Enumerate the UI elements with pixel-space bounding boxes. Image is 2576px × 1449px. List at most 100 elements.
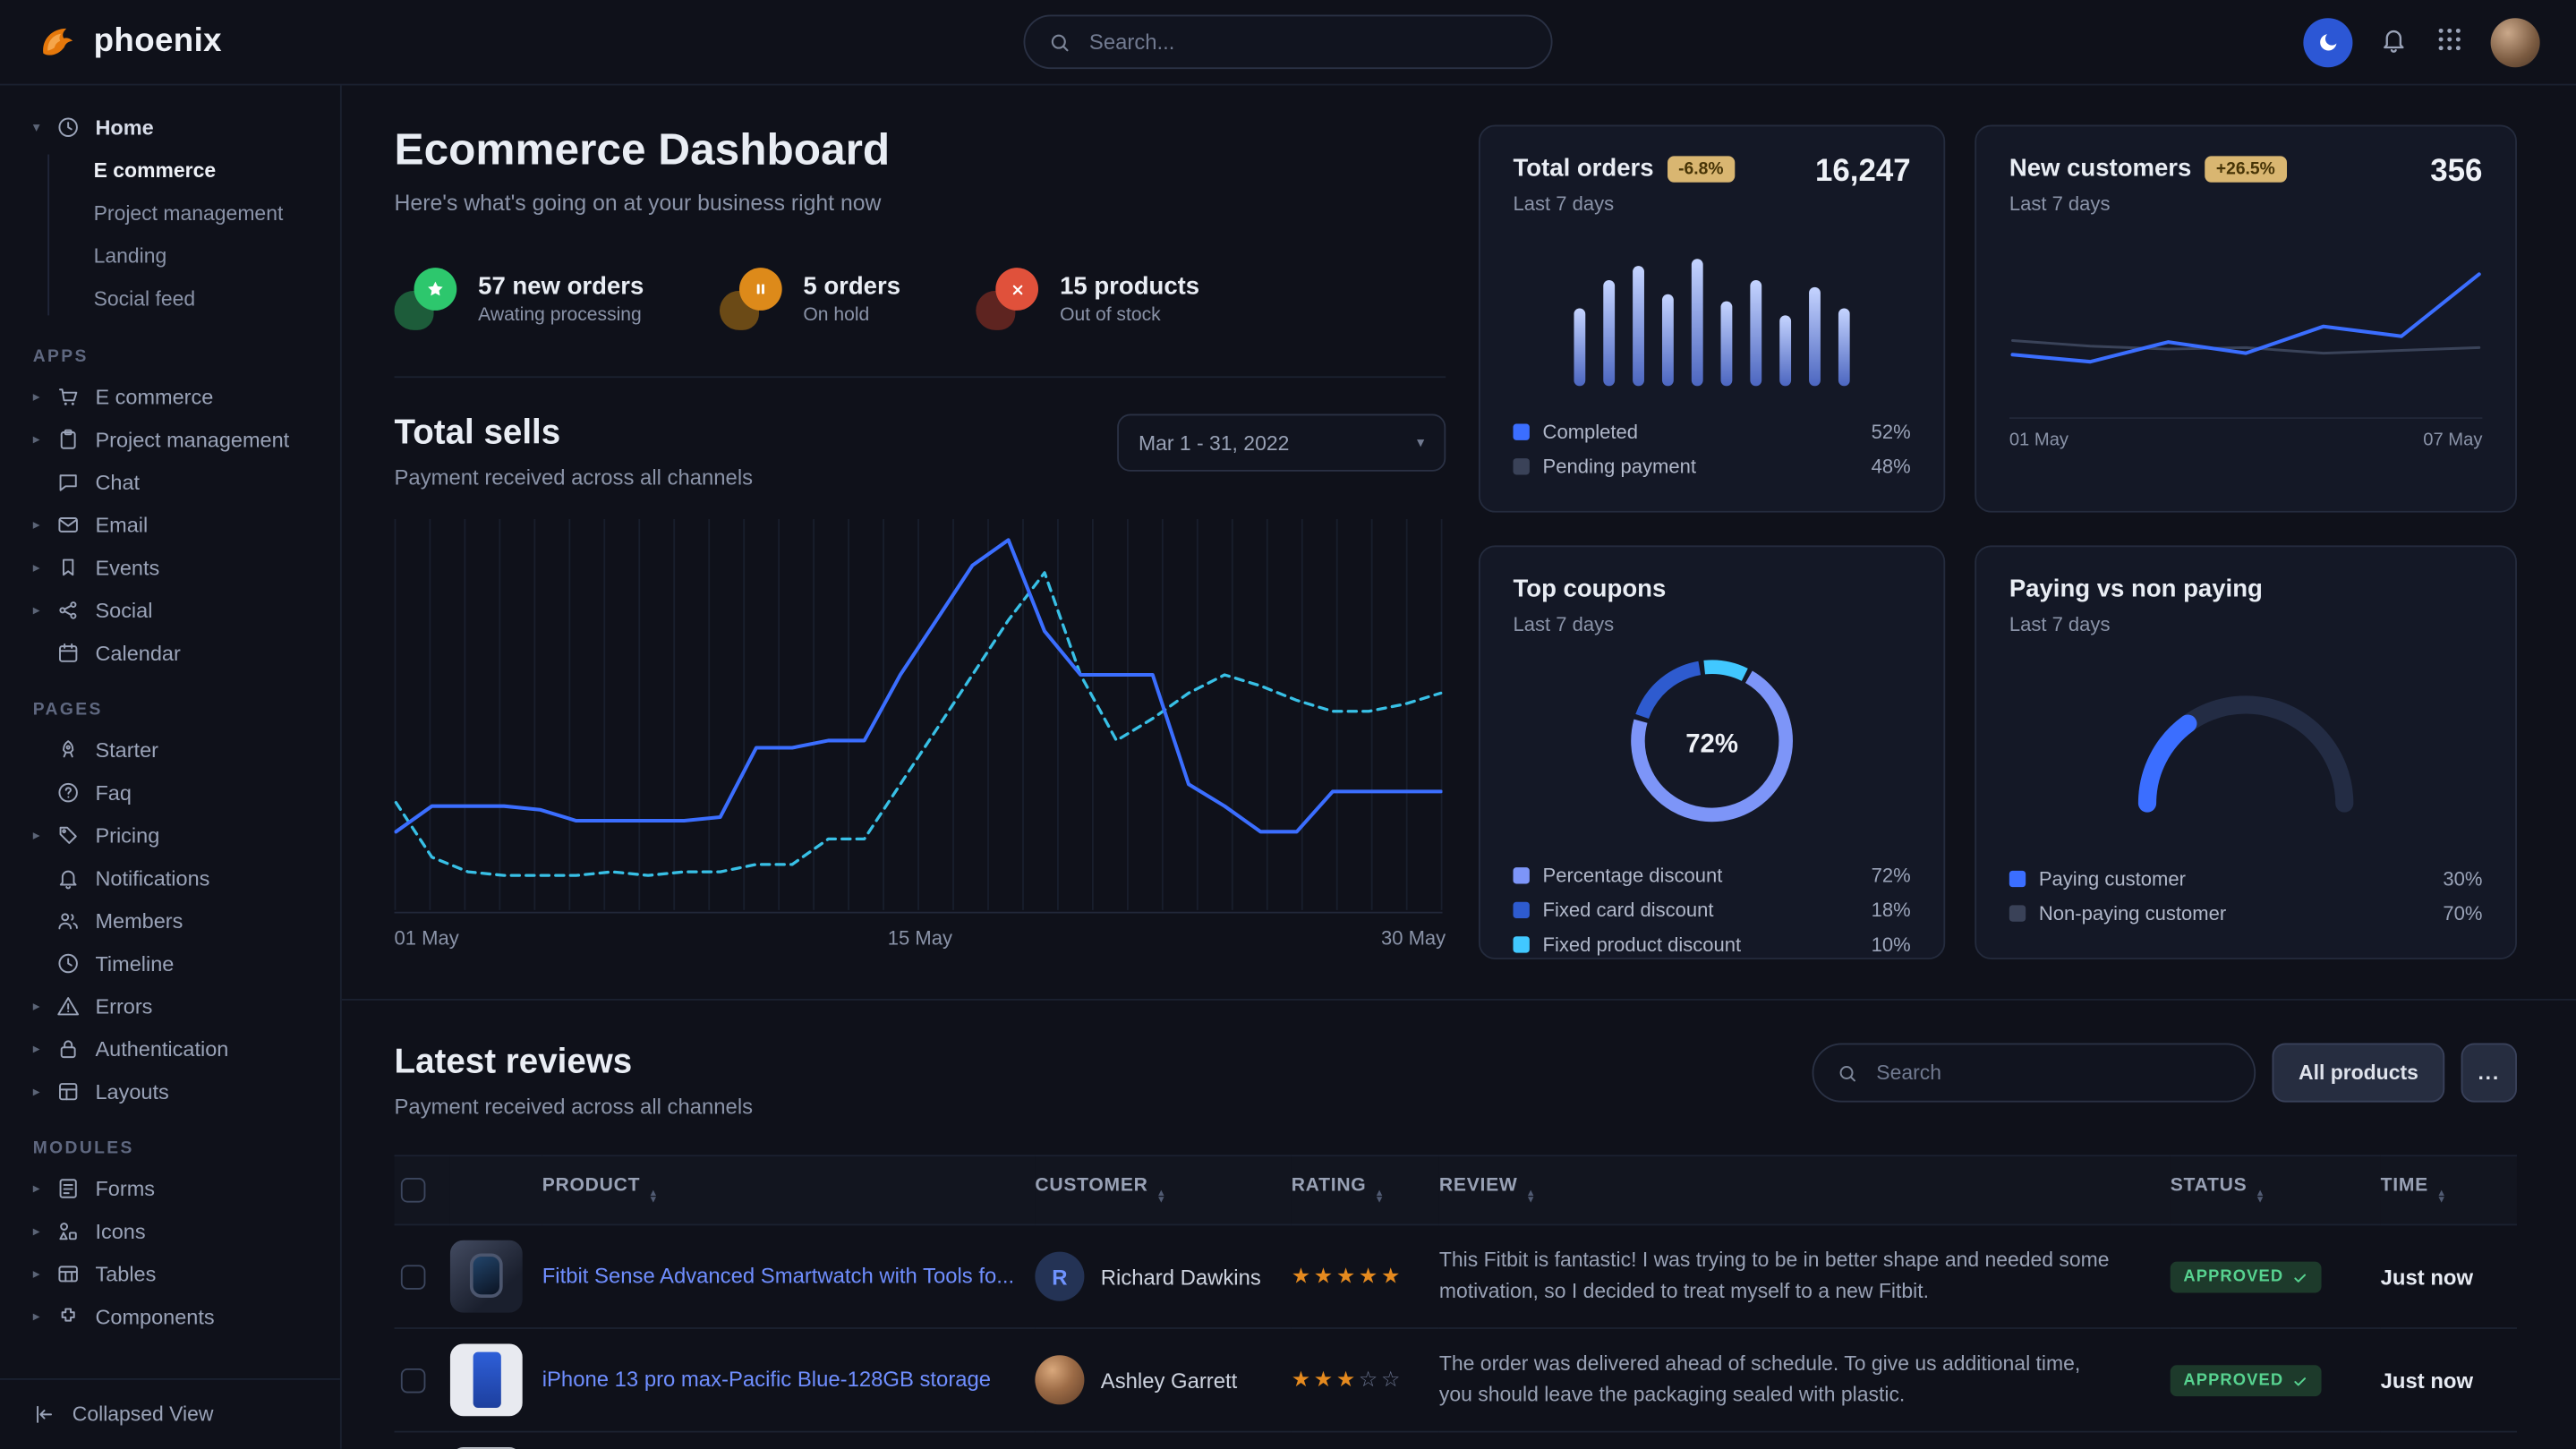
sidebar-item-errors[interactable]: ▸ Errors [0,984,340,1027]
stat-title: 5 orders [803,273,900,301]
sidebar-item-components[interactable]: ▸ Components [0,1294,340,1337]
table-row: Fitbit Sense Advanced Smartwatch with To… [395,1224,2517,1328]
user-avatar[interactable] [2491,17,2540,66]
sidebar-item-label: Forms [95,1175,327,1200]
caret-right-icon: ▸ [33,825,56,843]
sidebar-item-members[interactable]: Members [0,899,340,942]
sidebar-subitem-project-management[interactable]: Project management [0,192,340,235]
sidebar-item-timeline[interactable]: Timeline [0,942,340,984]
sidebar-item-layouts[interactable]: ▸ Layouts [0,1070,340,1112]
home-icon [55,115,81,140]
column-header-time[interactable]: TIME▲▼ [2381,1155,2517,1224]
sort-icon: ▲▼ [1156,1190,1167,1206]
sidebar-item-label: E commerce [95,384,327,409]
column-header-rating[interactable]: RATING▲▼ [1292,1155,1439,1224]
top-coupons-card: Top coupons Last 7 days 72% Percentage d… [1479,545,1945,959]
more-options-button[interactable]: ... [2461,1044,2517,1103]
total-orders-card: Total orders -6.8% Last 7 days 16,247 Co… [1479,124,1945,512]
legend-row: Paying customer 30% [2009,861,2483,896]
total-sells-x-axis: 01 May 15 May 30 May [395,926,1446,950]
total-sells-subtitle: Payment received across all channels [395,465,754,490]
donut-center-label: 72% [1620,649,1804,841]
stats-row: 57 new orders Awating processing 5 order… [395,268,1446,330]
topbar-search [1024,15,1553,70]
apps-grid-button[interactable] [2435,25,2464,60]
sidebar-item-authentication[interactable]: ▸ Authentication [0,1027,340,1070]
star-icon [425,279,445,299]
all-products-button[interactable]: All products [2273,1044,2445,1103]
product-link[interactable]: iPhone 13 pro max-Pacific Blue-128GB sto… [542,1367,991,1392]
column-header-product[interactable]: PRODUCT▲▼ [542,1155,1036,1224]
select-all-checkbox[interactable] [401,1178,426,1203]
notifications-button[interactable] [2379,25,2409,60]
sidebar-item-events[interactable]: ▸ Events [0,545,340,588]
paying-gauge-chart [2009,655,2483,820]
change-badge: -6.8% [1667,155,1735,181]
reviews-search [1813,1044,2256,1103]
sidebar-item-calendar[interactable]: Calendar [0,631,340,674]
card-period: Last 7 days [1513,192,1735,216]
collapsed-view-button[interactable]: Collapsed View [0,1378,340,1449]
layout-icon [55,1078,81,1104]
sidebar-item-starter[interactable]: Starter [0,728,340,771]
chat-icon [55,469,81,494]
date-range-select[interactable]: Mar 1 - 31, 2022 ▾ [1117,414,1446,472]
total-orders-chart [1513,232,1910,387]
sidebar-item-faq[interactable]: Faq [0,771,340,814]
reviews-search-input[interactable] [1873,1060,2231,1086]
new-customers-chart [2009,255,2483,420]
sort-icon: ▲▼ [1375,1190,1386,1206]
collapse-icon [33,1403,56,1427]
sidebar-subitem-landing[interactable]: Landing [0,234,340,277]
stat-title: 57 new orders [478,273,644,301]
sidebar-item-label: Home [95,115,327,140]
column-header-review[interactable]: REVIEW▲▼ [1439,1155,2171,1224]
new-customers-value: 356 [2430,155,2482,191]
grid-icon [2435,25,2464,55]
review-time: Just now [2381,1328,2517,1432]
sidebar-subitem-ecommerce[interactable]: E commerce [0,149,340,192]
sidebar-nav: ▾ Home E commerce Project management Lan… [0,105,340,1378]
sidebar-item-ecommerce-app[interactable]: ▸ E commerce [0,374,340,417]
sidebar-item-label: Components [95,1303,327,1328]
sidebar-item-icons[interactable]: ▸ Icons [0,1209,340,1252]
sidebar-item-chat[interactable]: Chat [0,460,340,503]
column-header-status[interactable]: STATUS▲▼ [2171,1155,2381,1224]
sidebar-item-notifications[interactable]: Notifications [0,856,340,899]
product-thumbnail [450,1240,523,1313]
check-icon [2291,1373,2307,1389]
sidebar-subitem-social-feed[interactable]: Social feed [0,277,340,320]
card-period: Last 7 days [1513,613,1910,636]
theme-toggle-button[interactable] [2303,17,2352,66]
sidebar-item-social[interactable]: ▸ Social [0,588,340,631]
divider [395,376,1446,378]
sidebar-item-email[interactable]: ▸ Email [0,503,340,546]
total-sells-chart [395,516,1446,913]
sidebar-item-forms[interactable]: ▸ Forms [0,1166,340,1209]
row-checkbox[interactable] [401,1264,426,1289]
share-icon [55,597,81,622]
caret-right-icon: ▸ [33,558,56,575]
sidebar-item-project-management-app[interactable]: ▸ Project management [0,417,340,460]
sidebar-item-label: Calendar [95,640,327,665]
calendar-icon [55,640,81,665]
rocket-icon [55,737,81,762]
sidebar-item-label: Social [95,597,327,622]
sidebar-item-tables[interactable]: ▸ Tables [0,1252,340,1295]
main-content: Ecommerce Dashboard Here's what's going … [342,85,2576,1448]
brand-logo[interactable]: phoenix [36,21,222,64]
moon-icon [2316,30,2341,55]
stat-subtitle: Out of stock [1060,305,1199,325]
bell-icon [2379,25,2409,55]
caret-right-icon: ▸ [33,1039,56,1057]
sidebar-item-home[interactable]: ▾ Home [0,105,340,148]
date-range-value: Mar 1 - 31, 2022 [1139,431,1289,455]
sidebar-item-label: Pricing [95,823,327,848]
row-checkbox[interactable] [401,1368,426,1393]
column-header-customer[interactable]: CUSTOMER▲▼ [1035,1155,1291,1224]
mail-icon [55,512,81,537]
product-link[interactable]: Fitbit Sense Advanced Smartwatch with To… [542,1263,1014,1288]
new-customers-x-axis: 01 May 07 May [2009,430,2483,450]
global-search-input[interactable] [1086,28,1528,55]
sidebar-item-pricing[interactable]: ▸ Pricing [0,814,340,857]
